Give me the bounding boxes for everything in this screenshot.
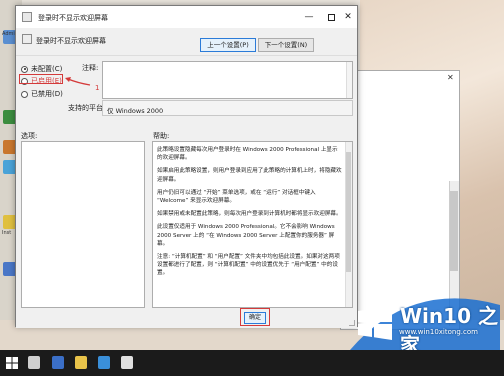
radio-button[interactable] [21,65,28,73]
help-paragraph: 如果启用此策略设置，则用户登录到应用了此策略的计算机上时，将隐藏欢迎屏幕。 [157,168,342,183]
ok-button[interactable]: 确定 [244,312,266,324]
radio-label: 已禁用(D) [31,90,63,98]
taskbar [0,350,504,376]
comment-scrollbar[interactable] [346,62,352,98]
radio-button[interactable] [21,90,28,98]
help-text: 此策略设置隐藏每次用户登录时在 Windows 2000 Professiona… [157,146,343,283]
policy-dialog: 登录时不显示欢迎屏幕 — ✕ 登录时不显示欢迎屏幕 上一个设置(P) 下一个设置… [15,5,358,328]
help-paragraph: 注意: “计算机配置” 和 “用户配置” 文件夹中均包括此设置。如果对这两项设置… [157,254,340,277]
setting-icon [22,34,32,44]
help-panel: 此策略设置隐藏每次用户登录时在 Windows 2000 Professiona… [152,141,353,308]
help-paragraph: 此设置仅适用于 Windows 2000 Professional。它不会影响 … [157,224,335,247]
help-paragraph: 用户仍旧可以通过 “开始” 菜单选项，或在 “运行” 对话框中键入 “Welco… [157,189,316,205]
taskbar-app-icon[interactable] [121,356,133,369]
previous-setting-button[interactable]: 上一个设置(P) [200,38,256,52]
options-panel [21,141,145,308]
desktop-icon-label: Inst [2,230,12,236]
settings-pane: 未配置(C) 已启用(E) 已禁用(D) 1 注释: 支持的平台: 仅 Wind… [16,56,357,328]
close-button[interactable]: ✕ [337,10,359,24]
supported-platforms-value: 仅 Windows 2000 [107,107,164,115]
radio-label: 未配置(C) [31,65,63,73]
supported-platforms-field: 仅 Windows 2000 [102,100,353,116]
minimize-button[interactable]: — [298,10,320,24]
windows-start-icon[interactable] [6,357,18,369]
background-scroll-thumb[interactable] [450,191,458,271]
help-paragraph: 此策略设置隐藏每次用户登录时在 Windows 2000 Professiona… [157,147,338,162]
taskbar-app-icon[interactable] [98,356,110,369]
help-scroll-thumb[interactable] [346,152,351,272]
radio-not-configured[interactable]: 未配置(C) [21,64,62,74]
help-paragraph: 如果禁用或未配置此策略，则每次用户登录到计算机时都将显示欢迎屏幕。 [157,211,342,218]
radio-disabled[interactable]: 已禁用(D) [21,89,63,99]
taskbar-app-icon[interactable] [28,356,40,369]
options-label: 选项: [21,132,38,140]
desktop-icon-label: Admi [2,31,15,37]
watermark-url: www.win10xitong.com [399,328,478,336]
supported-platforms-label: 支持的平台: [68,104,106,112]
annotation-number: 1 [95,84,100,92]
folder-icon[interactable] [75,356,87,369]
comment-textarea[interactable] [102,61,353,99]
help-label: 帮助: [153,132,170,140]
policy-icon [22,12,32,22]
title-bar: 登录时不显示欢迎屏幕 — ✕ [16,6,357,28]
taskbar-app-icon[interactable] [52,356,64,369]
setting-name: 登录时不显示欢迎屏幕 [36,37,106,45]
next-setting-button[interactable]: 下一个设置(N) [258,38,314,52]
annotation-arrow [65,77,91,86]
comment-label: 注释: [82,64,99,72]
maximize-icon [327,14,335,21]
annotation-highlight-enabled [19,74,63,84]
setting-header: 登录时不显示欢迎屏幕 上一个设置(P) 下一个设置(N) [16,28,357,56]
dialog-title: 登录时不显示欢迎屏幕 [38,14,108,22]
close-icon[interactable]: ✕ [447,73,455,82]
